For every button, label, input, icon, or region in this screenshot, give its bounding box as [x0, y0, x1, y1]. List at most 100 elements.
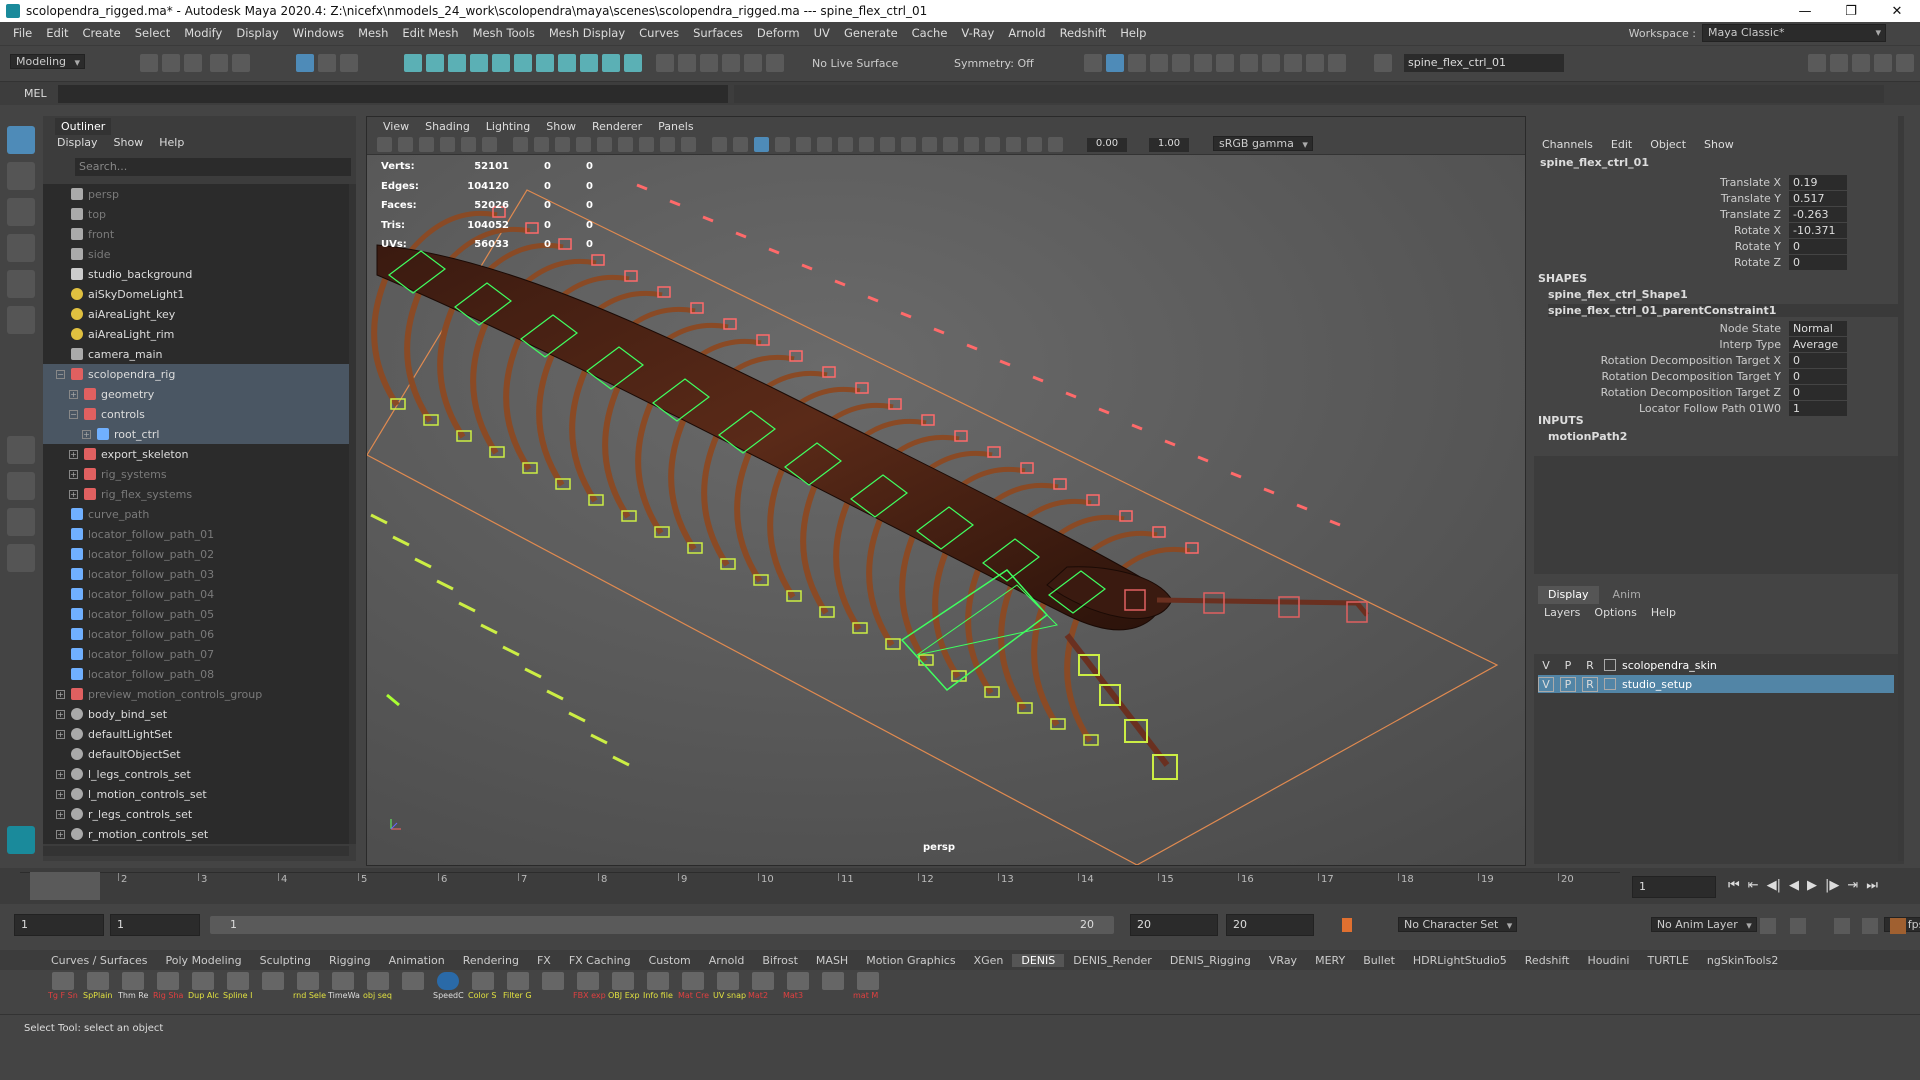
outliner-row[interactable]: + export_skeleton [43, 444, 349, 464]
viewport-tool-icon[interactable] [943, 137, 958, 152]
outliner-row[interactable]: − controls [43, 404, 349, 424]
sound-icon[interactable] [1834, 918, 1850, 934]
menu-generate[interactable]: Generate [837, 26, 905, 40]
viewport-tool-icon[interactable] [880, 137, 895, 152]
outliner-row[interactable]: + l_legs_controls_set [43, 764, 349, 784]
mel-input[interactable] [58, 85, 728, 103]
outliner-menu-help[interactable]: Help [159, 136, 184, 149]
constraint-attr-label[interactable]: Locator Follow Path 01W0 [1534, 402, 1789, 415]
layer-v-toggle[interactable]: V [1538, 676, 1554, 692]
shelf-button[interactable]: Mat2 [748, 972, 780, 1008]
layer-p-toggle[interactable]: P [1560, 659, 1576, 672]
channel-attr-label[interactable]: Rotate X [1534, 224, 1789, 237]
menu-create[interactable]: Create [76, 26, 128, 40]
layer-menu-options[interactable]: Options [1594, 606, 1636, 619]
step-forward-frame-icon[interactable]: |▶ [1825, 878, 1839, 893]
shelf-tab[interactable]: Bifrost [753, 954, 807, 967]
shelf-tool-icon[interactable] [157, 972, 179, 990]
playback-end-field[interactable]: 20 [1130, 914, 1218, 936]
shelf-tab[interactable]: Animation [380, 954, 454, 967]
layout-single-icon[interactable] [7, 436, 35, 464]
menu-modify[interactable]: Modify [177, 26, 229, 40]
lasso-tool-icon[interactable] [7, 162, 35, 190]
constraint-attr-row[interactable]: Locator Follow Path 01W0 1 [1534, 400, 1904, 416]
expand-toggle-icon[interactable]: + [56, 689, 65, 699]
status-tool-icon[interactable] [1306, 54, 1324, 72]
go-end-icon[interactable]: ⏭ [1866, 878, 1878, 893]
shelf-tool-icon[interactable] [612, 972, 634, 990]
shelf-tool-icon[interactable] [52, 972, 74, 990]
outliner-row[interactable]: locator_follow_path_05 [43, 604, 349, 624]
status-tool-icon[interactable] [492, 54, 510, 72]
channel-menu-show[interactable]: Show [1704, 138, 1734, 151]
shelf-tab[interactable]: FX Caching [560, 954, 640, 967]
status-tool-icon[interactable] [340, 54, 358, 72]
status-tool-icon[interactable] [700, 54, 718, 72]
channel-attr-row[interactable]: Translate Z -0.263 [1534, 206, 1904, 222]
shelf-button[interactable]: Dup Alc [188, 972, 220, 1008]
menu-file[interactable]: File [6, 26, 39, 40]
status-tool-icon[interactable] [296, 54, 314, 72]
status-tool-icon[interactable] [470, 54, 488, 72]
status-tool-icon[interactable] [678, 54, 696, 72]
auto-key-icon[interactable] [1342, 918, 1352, 932]
status-tool-icon[interactable] [448, 54, 466, 72]
gamma-field[interactable]: 1.00 [1149, 138, 1189, 152]
status-tool-icon[interactable] [404, 54, 422, 72]
channel-menu-object[interactable]: Object [1650, 138, 1686, 151]
menu-v-ray[interactable]: V-Ray [954, 26, 1001, 40]
outliner-row[interactable]: persp [43, 184, 349, 204]
shelf-tool-icon[interactable] [262, 972, 284, 990]
shelf-button[interactable]: Tg F Sn [48, 972, 80, 1008]
viewport-tool-icon[interactable] [419, 137, 434, 152]
layer-p-toggle[interactable]: P [1560, 676, 1576, 692]
viewport-tool-icon[interactable] [817, 137, 832, 152]
move-tool-icon[interactable] [7, 234, 35, 262]
channel-attr-label[interactable]: Translate X [1534, 176, 1789, 189]
channel-attr-value[interactable]: 0 [1789, 254, 1847, 270]
menu-redshift[interactable]: Redshift [1053, 26, 1114, 40]
shelf-tab[interactable]: FX [528, 954, 560, 967]
outliner-row[interactable]: studio_background [43, 264, 349, 284]
status-tool-icon[interactable] [624, 54, 642, 72]
shelf-tool-icon[interactable] [332, 972, 354, 990]
shelf-button[interactable]: Spline I [223, 972, 255, 1008]
constraint-attr-row[interactable]: Interp Type Average [1534, 336, 1904, 352]
viewport-tool-icon[interactable] [985, 137, 1000, 152]
character-set-dropdown[interactable]: No Character Set [1398, 917, 1518, 932]
viewport-tool-icon[interactable] [639, 137, 654, 152]
status-tool-icon[interactable] [1216, 54, 1234, 72]
menu-surfaces[interactable]: Surfaces [686, 26, 750, 40]
shelf-tab[interactable]: Bullet [1354, 954, 1404, 967]
shelf-tool-icon[interactable] [647, 972, 669, 990]
status-tool-icon[interactable] [1830, 54, 1848, 72]
viewport-tool-icon[interactable] [482, 137, 497, 152]
status-tool-icon[interactable] [766, 54, 784, 72]
shelf-tab[interactable]: Motion Graphics [857, 954, 964, 967]
layer-tab-display[interactable]: Display [1538, 586, 1599, 604]
shelf-button[interactable] [818, 972, 850, 1008]
menu-help[interactable]: Help [1113, 26, 1153, 40]
paint-select-icon[interactable] [7, 198, 35, 226]
viewport-tool-icon[interactable] [461, 137, 476, 152]
channel-object-name[interactable]: spine_flex_ctrl_01 [1540, 156, 1649, 169]
expand-toggle-icon[interactable]: − [69, 409, 78, 419]
viewport-tool-icon[interactable] [838, 137, 853, 152]
outliner-row[interactable]: locator_follow_path_08 [43, 664, 349, 684]
viewport-tool-icon[interactable] [618, 137, 633, 152]
constraint-attr-row[interactable]: Node State Normal [1534, 320, 1904, 336]
outliner-row[interactable]: + preview_motion_controls_group [43, 684, 349, 704]
viewport-tool-icon[interactable] [660, 137, 675, 152]
input-node-name[interactable]: motionPath2 [1548, 430, 1627, 443]
shelf-tab[interactable]: Custom [640, 954, 700, 967]
channel-attr-value[interactable]: 0.517 [1789, 190, 1847, 206]
shelf-button[interactable]: UV snap [713, 972, 746, 1008]
shelf-button[interactable]: FBX exp [573, 972, 606, 1008]
shelf-button[interactable]: Thm Re [118, 972, 150, 1008]
shelf-button[interactable] [538, 972, 570, 1008]
shelf-tab[interactable]: TURTLE [1638, 954, 1697, 967]
shelf-button[interactable]: Color S [468, 972, 500, 1008]
range-bar[interactable]: 1 20 [210, 916, 1114, 934]
outliner-menu-display[interactable]: Display [57, 136, 98, 149]
status-tool-icon[interactable] [1262, 54, 1280, 72]
